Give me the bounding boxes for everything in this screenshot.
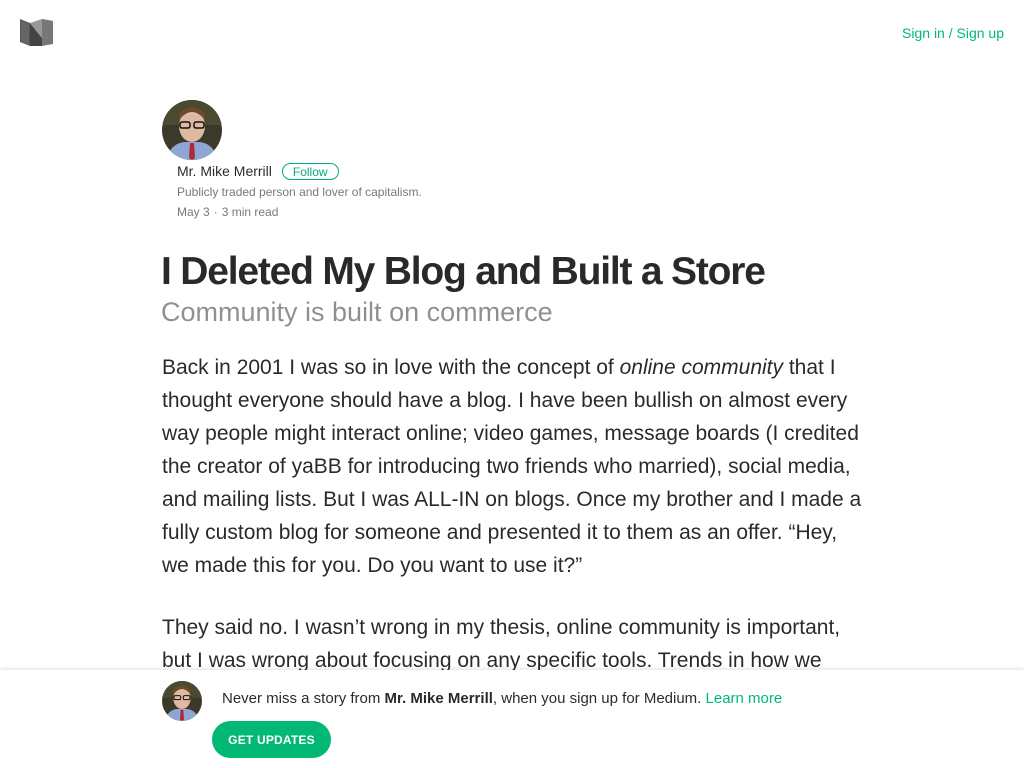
- post-date[interactable]: May 3: [177, 205, 210, 219]
- paragraph-1-end: that I thought everyone should have a bl…: [162, 356, 862, 577]
- follow-button[interactable]: Follow: [281, 162, 339, 180]
- article-title: I Deleted My Blog and Built a Store: [161, 250, 766, 293]
- banner-message: Never miss a story from Mr. Mike Merrill…: [222, 690, 782, 707]
- learn-more-link[interactable]: Learn more: [706, 690, 783, 707]
- banner-text-end: , when you sign up for Medium.: [492, 690, 706, 707]
- paragraph-1-start: Back in 2001 I was so in love with the c…: [162, 356, 620, 379]
- paragraph-2: They said no. I wasn’t wrong in my thesi…: [162, 616, 841, 672]
- meta-separator: ·: [213, 205, 218, 219]
- author-bio: Publicly traded person and lover of capi…: [177, 185, 422, 199]
- banner-text-start: Never miss a story from: [222, 690, 385, 707]
- banner-author-avatar: [162, 681, 202, 721]
- post-meta: May 3 · 3 min read: [177, 202, 677, 222]
- author-avatar[interactable]: [162, 100, 222, 160]
- read-time: 3 min read: [221, 205, 279, 219]
- author-row: Mr. Mike Merrill Follow: [177, 160, 677, 182]
- banner-author-name: Mr. Mike Merrill: [384, 690, 493, 707]
- signup-banner: Never miss a story from Mr. Mike Merrill…: [0, 670, 1024, 768]
- paragraph-1: Back in 2001 I was so in love with the c…: [162, 351, 864, 582]
- author-meta: Mr. Mike Merrill Follow Publicly traded …: [177, 160, 677, 222]
- article-body: Back in 2001 I was so in love with the c…: [162, 351, 864, 706]
- paragraph-1-emphasis: online community: [619, 356, 783, 379]
- get-updates-button[interactable]: GET UPDATES: [212, 721, 331, 758]
- author-name[interactable]: Mr. Mike Merrill: [177, 163, 272, 179]
- top-bar: Sign in / Sign up: [0, 0, 1024, 66]
- article-subtitle: Community is built on commerce: [161, 297, 553, 327]
- medium-logo-icon[interactable]: [20, 19, 53, 46]
- signin-signup-link[interactable]: Sign in / Sign up: [902, 25, 1004, 41]
